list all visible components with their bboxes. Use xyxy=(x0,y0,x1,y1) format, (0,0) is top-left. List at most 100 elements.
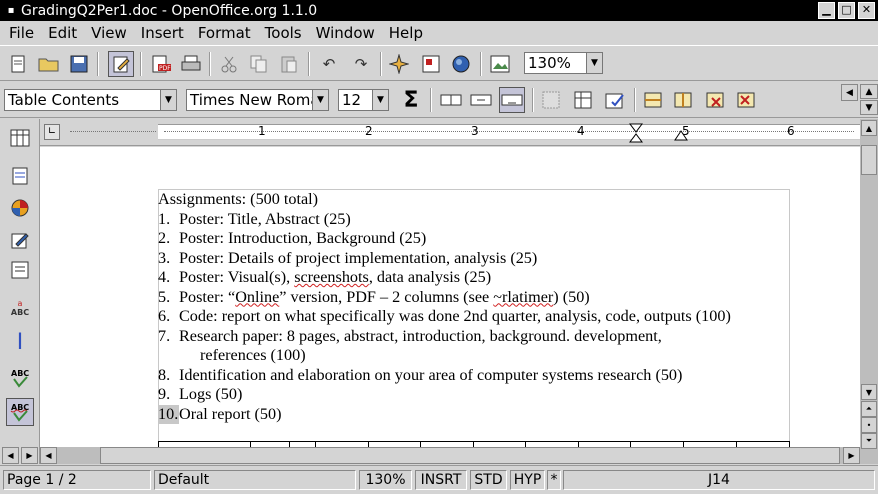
ruler-number: 1 xyxy=(258,124,266,138)
menu-edit[interactable]: Edit xyxy=(41,24,84,42)
right-indent-marker-icon[interactable] xyxy=(674,129,688,141)
close-button[interactable]: ✕ xyxy=(858,2,875,19)
delete-column-icon[interactable] xyxy=(733,87,759,113)
chevron-down-icon[interactable]: ▼ xyxy=(372,90,388,110)
cut-icon[interactable] xyxy=(216,51,242,77)
scroll-left-icon[interactable]: ◀ xyxy=(2,447,19,464)
redo-icon[interactable]: ↷ xyxy=(348,51,374,77)
scroll-down-icon[interactable]: ▼ xyxy=(861,384,877,400)
form-functions-icon[interactable] xyxy=(6,257,34,283)
menu-file[interactable]: File xyxy=(2,24,41,42)
item-number: 7. xyxy=(158,326,171,345)
horizontal-ruler[interactable]: ∟ 1 2 3 4 5 6 xyxy=(40,119,860,146)
document-area[interactable]: Assignments: (500 total) 1. Poster: Titl… xyxy=(40,147,860,447)
window-menu-icon[interactable]: ▪ xyxy=(3,2,19,19)
toolbar-scroll-left-icon[interactable]: ◀ xyxy=(841,84,858,101)
scroll-left-icon[interactable]: ◀ xyxy=(40,447,57,464)
insert-row-icon[interactable] xyxy=(640,87,666,113)
vertical-scrollbar[interactable]: ▲ ▼ ⏶ • ⏷ xyxy=(860,119,878,464)
list-item: 4. Poster: Visual(s), screenshots , data… xyxy=(158,268,798,288)
save-icon[interactable] xyxy=(66,51,92,77)
font-size-combo[interactable]: 12 ▼ xyxy=(338,89,389,111)
insert-image-icon[interactable] xyxy=(487,51,513,77)
new-document-icon[interactable] xyxy=(6,51,32,77)
text-cursor-icon[interactable]: I xyxy=(6,329,34,355)
toolbar-scroll-up-icon[interactable]: ▲ xyxy=(860,84,878,99)
zoom-combo[interactable]: 130% ▼ xyxy=(524,52,603,74)
list-item: 3. Poster: Details of project implementa… xyxy=(158,249,798,269)
navigator-icon[interactable] xyxy=(386,51,412,77)
indent-marker-icon[interactable] xyxy=(628,123,644,143)
show-draw-functions-icon[interactable] xyxy=(6,227,34,253)
function-toolbar: PDF ↶ ↷ 130% ▼ xyxy=(0,45,878,81)
chevron-down-icon[interactable]: ▼ xyxy=(586,53,602,73)
item-number: 2. xyxy=(158,229,171,247)
chevron-down-icon[interactable]: ▼ xyxy=(160,90,176,110)
menu-view[interactable]: View xyxy=(84,24,134,42)
maximize-button[interactable]: □ xyxy=(838,2,855,19)
sum-icon[interactable]: Σ xyxy=(398,87,424,113)
item-text: Identification and elaboration on your a… xyxy=(179,365,683,384)
ruler-number: 3 xyxy=(471,124,479,138)
font-name-combo[interactable]: Times New Roma ▼ xyxy=(186,89,329,111)
status-hyperlink-mode[interactable]: HYP xyxy=(510,470,545,490)
auto-spellcheck-icon[interactable]: ABC xyxy=(6,398,34,426)
text-autocomplete-icon[interactable]: a ABC xyxy=(6,295,34,321)
copy-icon[interactable] xyxy=(246,51,272,77)
next-page-icon[interactable]: ⏷ xyxy=(861,433,877,449)
table-autoformat-icon[interactable] xyxy=(602,87,628,113)
stylist-icon[interactable] xyxy=(418,51,444,77)
list-item: 10. Oral report (50) xyxy=(158,404,798,424)
delete-row-icon[interactable] xyxy=(702,87,728,113)
status-selection-mode[interactable]: STD xyxy=(470,470,507,490)
list-item-continuation: references (100) xyxy=(158,346,798,366)
ruler-number: 2 xyxy=(365,124,373,138)
menu-window[interactable]: Window xyxy=(309,24,382,42)
undo-icon[interactable]: ↶ xyxy=(316,51,342,77)
export-pdf-icon[interactable]: PDF xyxy=(148,51,174,77)
insert-table-icon[interactable] xyxy=(6,125,34,151)
status-cell: J14 xyxy=(563,470,875,490)
align-center-cells-icon[interactable] xyxy=(468,87,494,113)
horizontal-scroll-thumb[interactable] xyxy=(100,447,840,464)
previous-page-icon[interactable]: ⏶ xyxy=(861,401,877,417)
menu-help[interactable]: Help xyxy=(382,24,430,42)
spellcheck-icon[interactable]: ABC xyxy=(6,365,34,391)
paste-icon[interactable] xyxy=(276,51,302,77)
toolbar-scroll-down-icon[interactable]: ▼ xyxy=(860,100,878,115)
split-cells-icon[interactable] xyxy=(438,87,464,113)
status-insert-mode[interactable]: INSRT xyxy=(415,470,467,490)
gallery-icon[interactable] xyxy=(448,51,474,77)
scroll-right-icon[interactable]: ▶ xyxy=(21,447,38,464)
print-icon[interactable] xyxy=(178,51,204,77)
minimize-button[interactable]: ▁ xyxy=(818,2,835,19)
scroll-up-icon[interactable]: ▲ xyxy=(861,120,877,136)
insert-column-icon[interactable] xyxy=(670,87,696,113)
menu-insert[interactable]: Insert xyxy=(134,24,191,42)
borders-icon[interactable] xyxy=(538,87,564,113)
title-bar: ▪ GradingQ2Per1.doc - OpenOffice.org 1.1… xyxy=(0,0,878,21)
scroll-right-icon[interactable]: ▶ xyxy=(843,447,860,464)
status-zoom[interactable]: 130% xyxy=(359,470,412,490)
status-bar: Page 1 / 2 Default 130% INSRT STD HYP * … xyxy=(0,465,878,494)
chevron-down-icon[interactable]: ▼ xyxy=(312,90,328,110)
menu-bar: File Edit View Insert Format Tools Windo… xyxy=(0,21,878,45)
insert-fields-icon[interactable] xyxy=(6,163,34,189)
menu-format[interactable]: Format xyxy=(191,24,258,42)
insert-object-icon[interactable] xyxy=(6,195,34,221)
horizontal-scrollbar[interactable]: ◀ ▶ xyxy=(40,447,860,464)
table-grid-icon[interactable] xyxy=(570,87,596,113)
navigation-icon[interactable]: • xyxy=(861,417,877,433)
status-page[interactable]: Page 1 / 2 xyxy=(3,470,151,490)
menu-tools[interactable]: Tools xyxy=(258,24,309,42)
document-content[interactable]: Assignments: (500 total) 1. Poster: Titl… xyxy=(158,190,798,424)
edit-file-icon[interactable] xyxy=(108,51,134,77)
paragraph-style-combo[interactable]: Table Contents ▼ xyxy=(4,89,177,111)
item-text: Logs (50) xyxy=(179,385,243,403)
open-folder-icon[interactable] xyxy=(36,51,62,77)
tab-stop-type-icon[interactable]: ∟ xyxy=(44,124,60,140)
vertical-scroll-thumb[interactable] xyxy=(861,145,877,175)
status-style[interactable]: Default xyxy=(154,470,356,490)
zoom-value: 130% xyxy=(528,54,571,72)
align-bottom-cells-icon[interactable] xyxy=(499,87,525,113)
